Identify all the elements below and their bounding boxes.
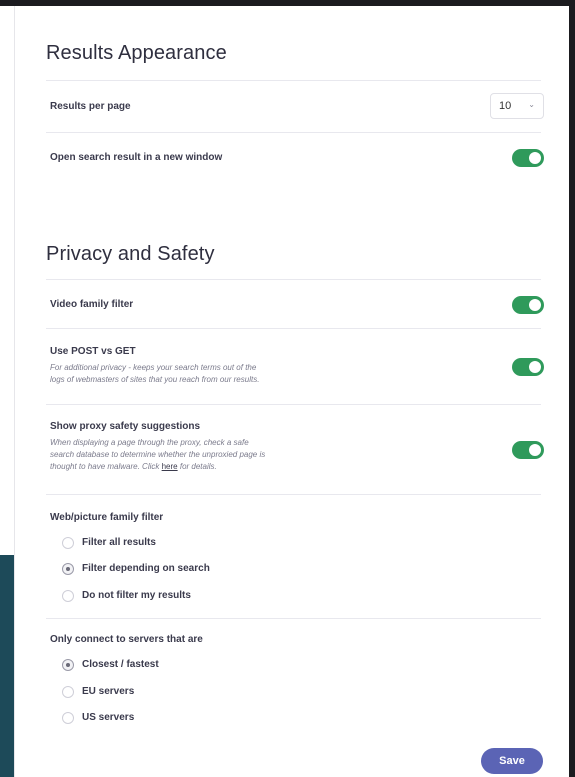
proxy-safety-desc-line-3a: thought to have malware. Click	[50, 462, 162, 471]
proxy-safety-desc-line-3: thought to have malware. Click here for …	[50, 461, 370, 473]
proxy-safety-desc-line-1: When displaying a page through the proxy…	[50, 438, 249, 447]
divider	[46, 328, 541, 329]
results-per-page-label: Results per page	[50, 101, 131, 112]
radio-button-selected[interactable]	[62, 563, 74, 575]
results-per-page-select[interactable]: 10 ⌄	[490, 93, 544, 119]
toggle-knob	[529, 299, 541, 311]
save-button[interactable]: Save	[481, 748, 543, 774]
open-new-window-toggle[interactable]	[512, 149, 544, 167]
radio-button[interactable]	[62, 686, 74, 698]
divider	[46, 279, 541, 280]
toggle-knob	[529, 444, 541, 456]
post-vs-get-label: Use POST vs GET	[50, 346, 136, 357]
post-vs-get-desc-line-1: For additional privacy - keeps your sear…	[50, 363, 257, 372]
divider	[46, 494, 541, 495]
background-strip	[0, 555, 14, 777]
proxy-safety-desc-line-3b: for details.	[177, 462, 217, 471]
proxy-safety-description: When displaying a page through the proxy…	[50, 437, 370, 473]
servers-label: Only connect to servers that are	[50, 634, 203, 645]
divider	[46, 132, 541, 133]
proxy-safety-toggle[interactable]	[512, 441, 544, 459]
post-vs-get-desc-line-2: logs of webmasters of sites that you rea…	[50, 375, 260, 384]
open-new-window-label: Open search result in a new window	[50, 152, 223, 163]
proxy-safety-label: Show proxy safety suggestions	[50, 421, 201, 432]
toggle-knob	[529, 361, 541, 373]
window-frame-top	[0, 0, 575, 6]
divider	[46, 80, 541, 81]
results-appearance-title: Results Appearance	[46, 42, 227, 64]
video-family-filter-label: Video family filter	[50, 299, 134, 310]
radio-label: Filter depending on search	[82, 563, 210, 574]
web-picture-filter-label: Web/picture family filter	[50, 512, 164, 523]
radio-label: Filter all results	[82, 537, 156, 548]
proxy-safety-desc-line-2: search database to determine whether the…	[50, 450, 266, 459]
radio-button[interactable]	[62, 712, 74, 724]
chevron-down-icon: ⌄	[528, 100, 535, 109]
window-frame-right	[569, 0, 575, 777]
radio-button-selected[interactable]	[62, 659, 74, 671]
radio-label: US servers	[82, 712, 135, 723]
post-vs-get-description: For additional privacy - keeps your sear…	[50, 362, 370, 386]
radio-label: Closest / fastest	[82, 659, 159, 670]
toggle-knob	[529, 152, 541, 164]
proxy-details-link[interactable]: here	[162, 462, 178, 471]
radio-label: Do not filter my results	[82, 590, 191, 601]
privacy-safety-title: Privacy and Safety	[46, 243, 215, 265]
radio-button[interactable]	[62, 590, 74, 602]
results-per-page-value: 10	[499, 100, 512, 112]
video-family-filter-toggle[interactable]	[512, 296, 544, 314]
radio-label: EU servers	[82, 686, 135, 697]
radio-button[interactable]	[62, 537, 74, 549]
divider	[46, 618, 541, 619]
post-vs-get-toggle[interactable]	[512, 358, 544, 376]
divider	[46, 404, 541, 405]
